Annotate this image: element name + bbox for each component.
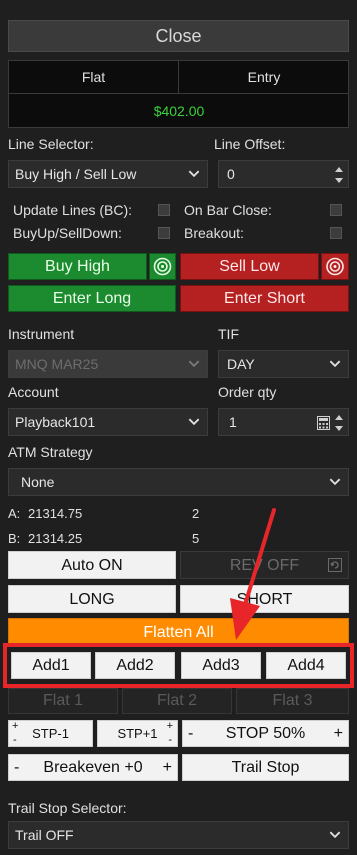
stp-minus-label: STP-1 xyxy=(32,726,69,741)
breakout-checkbox[interactable] xyxy=(330,227,342,239)
line-selector-dropdown[interactable]: Buy High / Sell Low xyxy=(8,160,208,188)
chevron-down-icon xyxy=(329,831,341,839)
instrument-label: Instrument xyxy=(8,326,75,342)
atm-strategy-value: None xyxy=(21,474,55,490)
update-lines-checkbox[interactable] xyxy=(158,204,170,216)
refresh-icon xyxy=(328,558,342,572)
chevron-down-icon xyxy=(188,418,200,426)
short-button[interactable]: SHORT xyxy=(180,585,349,613)
breakeven-button[interactable]: - Breakeven +0 + xyxy=(8,754,178,781)
line-offset-value: 0 xyxy=(227,166,235,182)
rev-off-button[interactable]: REV OFF xyxy=(180,551,349,579)
bid-price: 21314.25 xyxy=(28,531,83,546)
auto-on-button[interactable]: Auto ON xyxy=(8,551,176,579)
enter-short-button[interactable]: Enter Short xyxy=(180,285,349,312)
stp-minus-sign: - xyxy=(168,734,172,746)
breakeven-plus[interactable]: + xyxy=(163,755,172,781)
stp-minus-sign: - xyxy=(13,734,17,746)
breakeven-label: Breakeven +0 xyxy=(43,759,143,776)
stp-plus-label: STP+1 xyxy=(117,726,158,741)
account-label: Account xyxy=(8,384,59,400)
line-selector-label: Line Selector: xyxy=(8,136,94,152)
order-qty-input[interactable]: 1 xyxy=(218,408,349,436)
trail-stop-button[interactable]: Trail Stop xyxy=(182,754,349,781)
buyup-selldown-label: BuyUp/SellDown: xyxy=(13,225,122,241)
bid-label: B: xyxy=(8,531,21,546)
rev-off-label: REV OFF xyxy=(229,557,300,574)
chevron-down-icon xyxy=(188,170,200,178)
chevron-down-icon xyxy=(329,360,341,368)
tif-value: DAY xyxy=(227,356,255,372)
stop-50-button[interactable]: - STOP 50% + xyxy=(182,720,349,747)
line-offset-label: Line Offset: xyxy=(214,136,286,152)
breakeven-minus[interactable]: - xyxy=(14,755,19,781)
flatten-all-button[interactable]: Flatten All xyxy=(8,618,349,646)
on-bar-close-label: On Bar Close: xyxy=(184,202,272,218)
calculator-icon[interactable] xyxy=(317,416,330,430)
order-qty-label: Order qty xyxy=(218,384,277,400)
chevron-down-icon xyxy=(329,478,341,486)
breakout-label: Breakout: xyxy=(184,225,244,241)
ask-size: 2 xyxy=(192,506,200,521)
tif-selector[interactable]: DAY xyxy=(218,350,349,378)
flat-column-header: Flat xyxy=(9,61,179,94)
ask-price: 21314.75 xyxy=(28,506,83,521)
stp-plus-button[interactable]: STP+1 + - xyxy=(97,720,178,747)
sell-low-target-toggle[interactable] xyxy=(321,253,349,280)
atm-strategy-label: ATM Strategy xyxy=(8,444,93,460)
pnl-value: $402.00 xyxy=(153,103,205,119)
flat1-button[interactable]: Flat 1 xyxy=(8,688,118,714)
tif-label: TIF xyxy=(218,326,239,342)
on-bar-close-checkbox[interactable] xyxy=(330,204,342,216)
flat3-button[interactable]: Flat 3 xyxy=(236,688,349,714)
trail-stop-selector-label: Trail Stop Selector: xyxy=(8,800,127,816)
ask-label: A: xyxy=(8,506,21,521)
annotation-highlight-box xyxy=(3,643,354,688)
instrument-value: MNQ MAR25 xyxy=(15,356,99,372)
stop-50-label: STOP 50% xyxy=(225,725,306,742)
stop-50-minus[interactable]: - xyxy=(188,721,193,747)
stp-minus-button[interactable]: + - STP-1 xyxy=(8,720,93,747)
close-button[interactable]: Close xyxy=(8,20,349,52)
entry-column-header: Entry xyxy=(179,61,349,94)
long-button[interactable]: LONG xyxy=(8,585,176,613)
chevron-down-icon xyxy=(188,360,200,368)
buy-high-button[interactable]: Buy High xyxy=(8,253,147,280)
order-qty-value: 1 xyxy=(229,414,237,430)
bid-size: 5 xyxy=(192,531,200,546)
atm-strategy-selector[interactable]: None xyxy=(8,468,349,496)
target-icon xyxy=(326,257,344,276)
account-selector[interactable]: Playback101 xyxy=(8,408,208,436)
line-selector-value: Buy High / Sell Low xyxy=(15,166,137,182)
line-offset-input[interactable]: 0 xyxy=(218,160,349,188)
enter-long-button[interactable]: Enter Long xyxy=(8,285,176,312)
trail-stop-selector[interactable]: Trail OFF xyxy=(8,821,349,849)
stepper-arrows-icon[interactable] xyxy=(334,164,344,186)
buy-high-target-toggle[interactable] xyxy=(149,253,176,280)
trail-stop-selector-value: Trail OFF xyxy=(15,827,74,843)
target-icon xyxy=(153,257,172,276)
update-lines-label: Update Lines (BC): xyxy=(13,202,133,218)
sell-low-button[interactable]: Sell Low xyxy=(180,253,319,280)
stepper-arrows-icon[interactable] xyxy=(334,412,344,434)
account-value: Playback101 xyxy=(15,414,96,430)
instrument-selector[interactable]: MNQ MAR25 xyxy=(8,350,208,378)
flat2-button[interactable]: Flat 2 xyxy=(122,688,232,714)
position-table: Flat Entry $402.00 xyxy=(8,60,349,128)
stop-50-plus[interactable]: + xyxy=(334,721,343,747)
buyup-selldown-checkbox[interactable] xyxy=(158,227,170,239)
